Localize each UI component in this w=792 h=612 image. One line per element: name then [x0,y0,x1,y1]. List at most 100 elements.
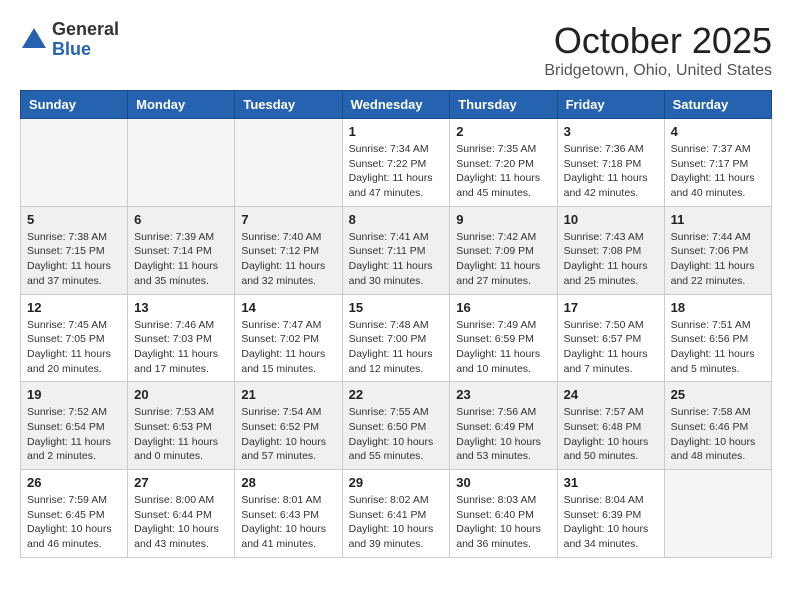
day-info: Sunrise: 7:57 AM Sunset: 6:48 PM Dayligh… [564,405,658,464]
calendar-cell: 3Sunrise: 7:36 AM Sunset: 7:18 PM Daylig… [557,119,664,207]
location-text: Bridgetown, Ohio, United States [544,62,772,80]
day-info: Sunrise: 7:55 AM Sunset: 6:50 PM Dayligh… [349,405,444,464]
day-info: Sunrise: 8:02 AM Sunset: 6:41 PM Dayligh… [349,493,444,552]
logo-general-text: General [52,19,119,39]
calendar-cell: 1 Sunrise: 7:34 AM Sunset: 7:22 PM Daylig… [342,119,450,207]
calendar-cell: 9 Sunrise: 7:42 AM Sunset: 7:09 PM Daylig… [450,206,557,294]
calendar-cell: 2 Sunrise: 7:35 AM Sunset: 7:20 PM Daylig… [450,119,557,207]
day-number: 5 [27,212,121,227]
day-number: 9 [456,212,550,227]
day-number: 12 [27,300,121,315]
calendar-cell [664,470,771,558]
day-info: Sunrise: 7:48 AM Sunset: 7:00 PM Dayligh… [349,318,444,377]
day-info: Sunrise: 7:37 AM Sunset: 7:17 PM Dayligh… [671,142,765,201]
calendar-cell: 31 Sunrise: 8:04 AM Sunset: 6:39 PM Dayli… [557,470,664,558]
day-number: 31 [564,475,658,490]
calendar-cell: 21Sunrise: 7:54 AM Sunset: 6:52 PM Dayli… [235,382,342,470]
col-header-thursday: Thursday [450,91,557,119]
calendar-week-row: 5 Sunrise: 7:38 AM Sunset: 7:15 PM Daylig… [21,206,772,294]
calendar-cell: 20 Sunrise: 7:53 AM Sunset: 6:53 PM Dayli… [128,382,235,470]
calendar-table: SundayMondayTuesdayWednesdayThursdayFrid… [20,90,772,558]
col-header-friday: Friday [557,91,664,119]
calendar-cell: 22 Sunrise: 7:55 AM Sunset: 6:50 PM Dayli… [342,382,450,470]
day-number: 30 [456,475,550,490]
day-number: 19 [27,387,121,402]
col-header-sunday: Sunday [21,91,128,119]
calendar-cell: 27 Sunrise: 8:00 AM Sunset: 6:44 PM Dayli… [128,470,235,558]
calendar-cell [128,119,235,207]
calendar-cell: 30 Sunrise: 8:03 AM Sunset: 6:40 PM Dayli… [450,470,557,558]
day-number: 17 [564,300,658,315]
calendar-cell: 18Sunrise: 7:51 AM Sunset: 6:56 PM Dayli… [664,294,771,382]
col-header-tuesday: Tuesday [235,91,342,119]
day-number: 24 [564,387,658,402]
day-number: 16 [456,300,550,315]
calendar-cell: 28 Sunrise: 8:01 AM Sunset: 6:43 PM Dayli… [235,470,342,558]
calendar-cell: 19 Sunrise: 7:52 AM Sunset: 6:54 PM Dayli… [21,382,128,470]
calendar-week-row: 1 Sunrise: 7:34 AM Sunset: 7:22 PM Daylig… [21,119,772,207]
day-number: 2 [456,124,550,139]
day-info: Sunrise: 7:35 AM Sunset: 7:20 PM Dayligh… [456,142,550,201]
day-number: 1 [349,124,444,139]
calendar-cell: 5 Sunrise: 7:38 AM Sunset: 7:15 PM Daylig… [21,206,128,294]
calendar-cell: 23Sunrise: 7:56 AM Sunset: 6:49 PM Dayli… [450,382,557,470]
day-info: Sunrise: 7:52 AM Sunset: 6:54 PM Dayligh… [27,405,121,464]
day-info: Sunrise: 7:40 AM Sunset: 7:12 PM Dayligh… [241,230,335,289]
day-info: Sunrise: 8:03 AM Sunset: 6:40 PM Dayligh… [456,493,550,552]
day-info: Sunrise: 8:04 AM Sunset: 6:39 PM Dayligh… [564,493,658,552]
day-info: Sunrise: 8:00 AM Sunset: 6:44 PM Dayligh… [134,493,228,552]
day-number: 4 [671,124,765,139]
day-info: Sunrise: 8:01 AM Sunset: 6:43 PM Dayligh… [241,493,335,552]
calendar-cell [235,119,342,207]
day-info: Sunrise: 7:45 AM Sunset: 7:05 PM Dayligh… [27,318,121,377]
day-number: 13 [134,300,228,315]
day-number: 20 [134,387,228,402]
col-header-saturday: Saturday [664,91,771,119]
day-info: Sunrise: 7:59 AM Sunset: 6:45 PM Dayligh… [27,493,121,552]
day-info: Sunrise: 7:49 AM Sunset: 6:59 PM Dayligh… [456,318,550,377]
calendar-cell: 10 Sunrise: 7:43 AM Sunset: 7:08 PM Dayli… [557,206,664,294]
day-info: Sunrise: 7:54 AM Sunset: 6:52 PM Dayligh… [241,405,335,464]
day-number: 8 [349,212,444,227]
day-info: Sunrise: 7:50 AM Sunset: 6:57 PM Dayligh… [564,318,658,377]
day-number: 11 [671,212,765,227]
calendar-cell: 17 Sunrise: 7:50 AM Sunset: 6:57 PM Dayli… [557,294,664,382]
month-title: October 2025 [544,20,772,62]
logo-blue-text: Blue [52,39,91,59]
calendar-cell: 29Sunrise: 8:02 AM Sunset: 6:41 PM Dayli… [342,470,450,558]
calendar-week-row: 19 Sunrise: 7:52 AM Sunset: 6:54 PM Dayli… [21,382,772,470]
day-number: 10 [564,212,658,227]
day-info: Sunrise: 7:44 AM Sunset: 7:06 PM Dayligh… [671,230,765,289]
calendar-week-row: 26 Sunrise: 7:59 AM Sunset: 6:45 PM Dayli… [21,470,772,558]
calendar-cell: 15Sunrise: 7:48 AM Sunset: 7:00 PM Dayli… [342,294,450,382]
day-number: 26 [27,475,121,490]
calendar-cell: 4 Sunrise: 7:37 AM Sunset: 7:17 PM Daylig… [664,119,771,207]
calendar-cell: 13Sunrise: 7:46 AM Sunset: 7:03 PM Dayli… [128,294,235,382]
day-info: Sunrise: 7:47 AM Sunset: 7:02 PM Dayligh… [241,318,335,377]
calendar-cell: 6 Sunrise: 7:39 AM Sunset: 7:14 PM Daylig… [128,206,235,294]
day-number: 6 [134,212,228,227]
day-number: 27 [134,475,228,490]
calendar-cell: 24 Sunrise: 7:57 AM Sunset: 6:48 PM Dayli… [557,382,664,470]
day-info: Sunrise: 7:42 AM Sunset: 7:09 PM Dayligh… [456,230,550,289]
day-number: 22 [349,387,444,402]
day-info: Sunrise: 7:58 AM Sunset: 6:46 PM Dayligh… [671,405,765,464]
day-info: Sunrise: 7:43 AM Sunset: 7:08 PM Dayligh… [564,230,658,289]
day-info: Sunrise: 7:39 AM Sunset: 7:14 PM Dayligh… [134,230,228,289]
calendar-cell: 8Sunrise: 7:41 AM Sunset: 7:11 PM Daylig… [342,206,450,294]
day-info: Sunrise: 7:53 AM Sunset: 6:53 PM Dayligh… [134,405,228,464]
day-info: Sunrise: 7:38 AM Sunset: 7:15 PM Dayligh… [27,230,121,289]
calendar-cell [21,119,128,207]
day-info: Sunrise: 7:34 AM Sunset: 7:22 PM Dayligh… [349,142,444,201]
calendar-cell: 12 Sunrise: 7:45 AM Sunset: 7:05 PM Dayli… [21,294,128,382]
calendar-cell: 11 Sunrise: 7:44 AM Sunset: 7:06 PM Dayli… [664,206,771,294]
day-number: 7 [241,212,335,227]
calendar-cell: 16 Sunrise: 7:49 AM Sunset: 6:59 PM Dayli… [450,294,557,382]
day-info: Sunrise: 7:51 AM Sunset: 6:56 PM Dayligh… [671,318,765,377]
logo-icon [20,26,48,54]
calendar-cell: 26 Sunrise: 7:59 AM Sunset: 6:45 PM Dayli… [21,470,128,558]
col-header-wednesday: Wednesday [342,91,450,119]
day-info: Sunrise: 7:36 AM Sunset: 7:18 PM Dayligh… [564,142,658,201]
logo: General Blue [20,20,119,60]
day-number: 28 [241,475,335,490]
